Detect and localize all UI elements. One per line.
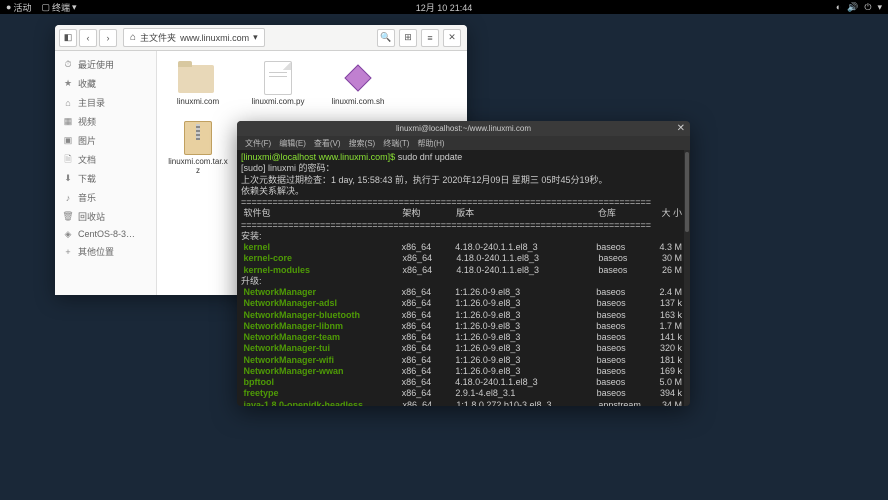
terminal-title: linuxmi@localhost:~/www.linuxmi.com xyxy=(396,124,531,133)
power-icon[interactable]: ⏻ xyxy=(864,2,871,13)
file-item-3[interactable]: linuxmi.com.tar.xz xyxy=(167,121,229,176)
sidebar-item-2[interactable]: ⌂ 主目录 xyxy=(55,93,156,112)
sidebar-item-label: 主目录 xyxy=(78,96,105,109)
sidebar-item-label: 下载 xyxy=(78,172,96,185)
close-window-button[interactable]: ✕ xyxy=(443,29,461,47)
fm-menu-button[interactable]: ◧ xyxy=(59,29,77,47)
sidebar-item-label: 视频 xyxy=(78,115,96,128)
sidebar-item-label: 文档 xyxy=(78,153,96,166)
sidebar-item-label: 回收站 xyxy=(78,210,105,223)
terminal-menu-item[interactable]: 帮助(H) xyxy=(413,138,448,149)
file-label: linuxmi.com.sh xyxy=(332,98,385,107)
sidebar-item-1[interactable]: ★ 收藏 xyxy=(55,74,156,93)
home-icon: ⌂ xyxy=(130,32,136,43)
sidebar-icon: 🗎 xyxy=(63,155,73,165)
sidebar-icon: ⏱ xyxy=(63,60,73,70)
sidebar-item-label: 音乐 xyxy=(78,191,96,204)
sidebar-icon: ▦ xyxy=(63,117,73,127)
terminal-close-button[interactable]: ✕ xyxy=(677,123,685,134)
sidebar-item-0[interactable]: ⏱ 最近使用 xyxy=(55,55,156,74)
terminal-menu-item[interactable]: 终端(T) xyxy=(379,138,413,149)
file-icon xyxy=(264,61,292,95)
path-chevron-icon: ▾ xyxy=(253,32,258,43)
sidebar-icon: ★ xyxy=(63,79,73,89)
path-loc[interactable]: www.linuxmi.com xyxy=(180,33,249,43)
terminal-app-menu[interactable]: ▢ 终端 ▾ xyxy=(41,1,76,14)
sidebar-item-4[interactable]: ▣ 图片 xyxy=(55,131,156,150)
path-bar[interactable]: ⌂ 主文件夹 www.linuxmi.com ▾ xyxy=(123,28,265,47)
view-menu-button[interactable]: ≡ xyxy=(421,29,439,47)
search-button[interactable]: 🔍 xyxy=(377,29,395,47)
sidebar-item-label: 收藏 xyxy=(78,77,96,90)
clock[interactable]: 12月 10 21:44 xyxy=(416,1,473,14)
forward-button[interactable]: › xyxy=(99,29,117,47)
sidebar-icon: + xyxy=(63,247,73,257)
sidebar-item-label: CentOS-8-3… xyxy=(78,229,135,239)
terminal-window: linuxmi@localhost:~/www.linuxmi.com ✕ 文件… xyxy=(237,121,690,406)
system-menu-chevron-icon[interactable]: ▾ xyxy=(877,2,882,13)
sidebar-icon: ⌂ xyxy=(63,98,73,108)
terminal-body[interactable]: [linuxmi@localhost www.linuxmi.com]$ sud… xyxy=(237,150,690,406)
terminal-scrollbar[interactable] xyxy=(684,150,690,406)
sidebar-item-label: 其他位置 xyxy=(78,245,114,258)
terminal-menu-item[interactable]: 搜索(S) xyxy=(345,138,380,149)
fm-sidebar: ⏱ 最近使用 ★ 收藏 ⌂ 主目录 ▦ 视频 ▣ 图片 🗎 文档 ⬇ 下载 ♪ 音乐 🗑 回收站 ◈ CentOS-8… xyxy=(55,51,157,295)
sidebar-item-6[interactable]: ⬇ 下载 xyxy=(55,169,156,188)
terminal-menubar: 文件(F)编辑(E)查看(V)搜索(S)终端(T)帮助(H) xyxy=(237,136,690,150)
sidebar-icon: ⬇ xyxy=(63,174,73,184)
file-item-0[interactable]: linuxmi.com xyxy=(167,61,229,107)
file-item-2[interactable]: linuxmi.com.sh xyxy=(327,61,389,107)
sidebar-icon: ◈ xyxy=(63,229,73,239)
fm-titlebar: ◧ ‹ › ⌂ 主文件夹 www.linuxmi.com ▾ 🔍 ⊞ ≡ ✕ xyxy=(55,25,467,51)
sidebar-item-10[interactable]: + 其他位置 xyxy=(55,242,156,261)
terminal-menu-item[interactable]: 编辑(E) xyxy=(275,138,310,149)
file-label: linuxmi.com.py xyxy=(252,98,305,107)
activities-button[interactable]: ● 活动 xyxy=(6,1,31,14)
gnome-topbar: ● 活动 ▢ 终端 ▾ 12月 10 21:44 ◐ 🔊 ⏻ ▾ xyxy=(0,0,888,14)
archive-icon xyxy=(184,121,212,155)
sidebar-item-8[interactable]: 🗑 回收站 xyxy=(55,207,156,226)
terminal-titlebar[interactable]: linuxmi@localhost:~/www.linuxmi.com ✕ xyxy=(237,121,690,136)
sidebar-item-3[interactable]: ▦ 视频 xyxy=(55,112,156,131)
terminal-menu-item[interactable]: 查看(V) xyxy=(310,138,345,149)
sidebar-item-7[interactable]: ♪ 音乐 xyxy=(55,188,156,207)
sidebar-icon: ▣ xyxy=(63,136,73,146)
network-icon[interactable]: ◐ xyxy=(836,2,841,12)
file-label: linuxmi.com.tar.xz xyxy=(167,158,229,176)
file-item-1[interactable]: linuxmi.com.py xyxy=(247,61,309,107)
folder-icon xyxy=(178,65,214,93)
back-button[interactable]: ‹ xyxy=(79,29,97,47)
file-label: linuxmi.com xyxy=(177,98,219,107)
sidebar-item-5[interactable]: 🗎 文档 xyxy=(55,150,156,169)
sidebar-item-9[interactable]: ◈ CentOS-8-3… xyxy=(55,226,156,242)
terminal-menu-item[interactable]: 文件(F) xyxy=(241,138,275,149)
sidebar-icon: 🗑 xyxy=(63,212,73,222)
view-grid-button[interactable]: ⊞ xyxy=(399,29,417,47)
sidebar-item-label: 图片 xyxy=(78,134,96,147)
sidebar-item-label: 最近使用 xyxy=(78,58,114,71)
sidebar-icon: ♪ xyxy=(63,193,73,203)
sound-icon[interactable]: 🔊 xyxy=(847,2,858,13)
path-home[interactable]: 主文件夹 xyxy=(140,31,176,44)
script-icon xyxy=(343,63,373,93)
